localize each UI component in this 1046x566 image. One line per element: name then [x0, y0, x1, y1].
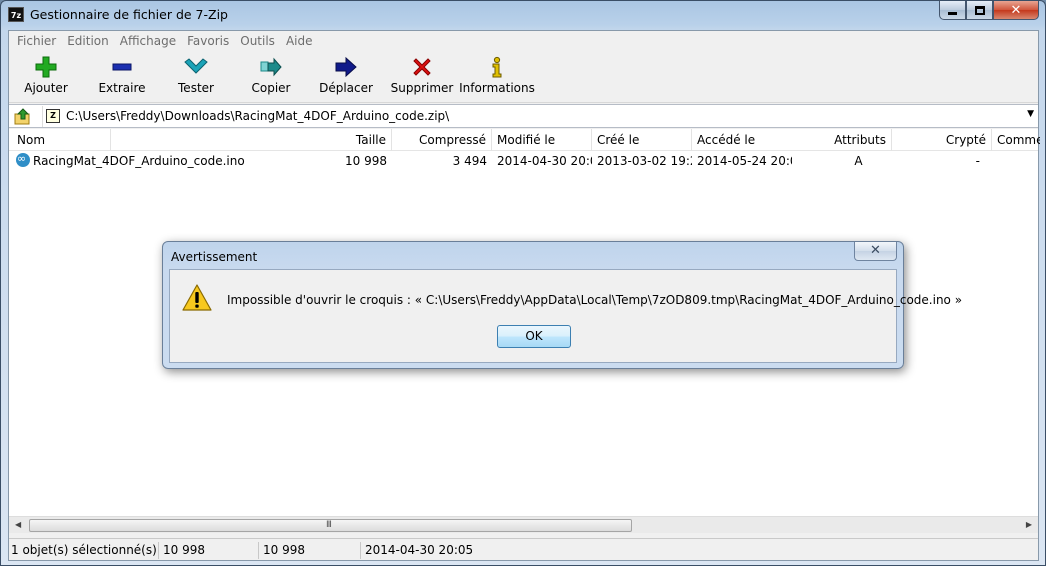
column-header-comment[interactable]: Commentaire — [992, 129, 1040, 151]
zip-archive-icon: Z — [46, 109, 60, 123]
column-header-name[interactable]: Nom — [9, 129, 111, 151]
file-packed-size: 3 494 — [452, 154, 487, 168]
column-header-size[interactable]: Taille — [290, 129, 392, 151]
file-modified: 2014-04-30 20:05 — [497, 154, 592, 168]
add-button[interactable]: Ajouter — [9, 55, 83, 99]
file-name: RacingMat_4DOF_Arduino_code.ino — [33, 154, 245, 168]
dialog-body: Impossible d'ouvrir le croquis : « C:\Us… — [169, 269, 962, 363]
delete-x-icon — [413, 58, 431, 76]
column-header-attributes[interactable]: Attributs — [792, 129, 892, 151]
info-label: Informations — [459, 81, 535, 95]
window-controls: ✕ — [939, 1, 1039, 20]
app-7zip-icon: 7z — [8, 7, 24, 22]
extract-label: Extraire — [98, 81, 146, 95]
toolbar: Ajouter Extraire Tester Copier Déplacer … — [9, 51, 1038, 103]
menu-affichage[interactable]: Affichage — [114, 31, 181, 51]
up-folder-icon[interactable] — [14, 108, 32, 126]
dialog-message: Impossible d'ouvrir le croquis : « C:\Us… — [227, 293, 963, 307]
maximize-icon — [974, 5, 985, 15]
close-icon: ✕ — [870, 243, 881, 258]
list-header: Nom Taille Compressé Modifié le Créé le … — [9, 129, 1040, 151]
column-header-modified[interactable]: Modifié le — [492, 129, 592, 151]
menu-bar: Fichier Edition Affichage Favoris Outils… — [9, 31, 1038, 51]
minus-icon — [112, 63, 132, 71]
menu-favoris[interactable]: Favoris — [181, 31, 234, 51]
ok-button[interactable]: OK — [497, 325, 571, 348]
address-field[interactable]: Z C:\Users\Freddy\Downloads\RacingMat_4D… — [42, 106, 1038, 127]
delete-button[interactable]: Supprimer — [385, 55, 459, 99]
chevron-down-icon[interactable]: ▼ — [1027, 109, 1034, 119]
status-packed: 10 998 — [261, 542, 361, 559]
dialog-title: Avertissement — [171, 250, 258, 264]
menu-outils[interactable]: Outils — [234, 31, 280, 51]
column-header-encrypted[interactable]: Crypté — [892, 129, 992, 151]
add-label: Ajouter — [24, 81, 68, 95]
move-button[interactable]: Déplacer — [309, 55, 383, 99]
copy-button[interactable]: Copier — [234, 55, 308, 99]
table-row[interactable]: RacingMat_4DOF_Arduino_code.ino 10 998 3… — [9, 151, 1038, 171]
info-button[interactable]: Informations — [459, 55, 535, 99]
menu-edition[interactable]: Edition — [61, 31, 114, 51]
status-bar: 1 objet(s) sélectionné(s) 10 998 10 998 … — [9, 538, 1038, 560]
menu-fichier[interactable]: Fichier — [11, 31, 61, 51]
warning-dialog: Avertissement ✕ Impossible d'ouvrir le c… — [162, 241, 962, 369]
minimize-icon — [948, 12, 957, 15]
status-size: 10 998 — [161, 542, 259, 559]
menu-aide[interactable]: Aide — [280, 31, 318, 51]
extract-button[interactable]: Extraire — [85, 55, 159, 99]
address-bar: Z C:\Users\Freddy\Downloads\RacingMat_4D… — [9, 104, 1038, 128]
window-title: Gestionnaire de fichier de 7-Zip — [30, 7, 228, 22]
warning-icon — [182, 284, 212, 311]
status-date: 2014-04-30 20:05 — [365, 543, 474, 557]
close-icon: ✕ — [1010, 2, 1022, 18]
minimize-button[interactable] — [939, 1, 966, 20]
scroll-grip-icon: III — [326, 520, 332, 530]
file-encrypted: - — [975, 154, 980, 168]
test-button[interactable]: Tester — [159, 55, 233, 99]
column-header-packed[interactable]: Compressé — [392, 129, 492, 151]
scroll-left-icon[interactable]: ◀ — [15, 520, 21, 529]
file-attributes: A — [854, 154, 863, 168]
close-button[interactable]: ✕ — [993, 1, 1039, 20]
copy-label: Copier — [251, 81, 291, 95]
file-name-cell: RacingMat_4DOF_Arduino_code.ino — [11, 151, 291, 171]
dialog-close-button[interactable]: ✕ — [854, 242, 897, 261]
scroll-thumb[interactable]: III — [29, 519, 632, 532]
file-accessed: 2014-05-24 20:05 — [697, 154, 792, 168]
plus-icon — [35, 56, 57, 78]
maximize-button[interactable] — [966, 1, 993, 20]
move-label: Déplacer — [319, 81, 373, 95]
delete-label: Supprimer — [390, 81, 454, 95]
file-size: 10 998 — [345, 154, 387, 168]
file-created: 2013-03-02 19:26 — [597, 154, 692, 168]
app-window: 7z Gestionnaire de fichier de 7-Zip ✕ Fi… — [0, 0, 1046, 566]
move-arrow-icon — [335, 56, 357, 78]
column-header-created[interactable]: Créé le — [592, 129, 692, 151]
arduino-file-icon — [16, 151, 30, 169]
scroll-right-icon[interactable]: ▶ — [1026, 520, 1032, 529]
title-bar[interactable]: 7z Gestionnaire de fichier de 7-Zip ✕ — [1, 1, 1045, 29]
info-icon — [492, 56, 502, 78]
address-path: C:\Users\Freddy\Downloads\RacingMat_4DOF… — [66, 109, 450, 123]
check-icon — [184, 58, 208, 74]
copy-arrow-icon — [260, 57, 282, 77]
status-selection: 1 objet(s) sélectionné(s) — [9, 542, 159, 559]
horizontal-scrollbar[interactable]: ◀ III ▶ — [9, 516, 1038, 533]
test-label: Tester — [178, 81, 214, 95]
